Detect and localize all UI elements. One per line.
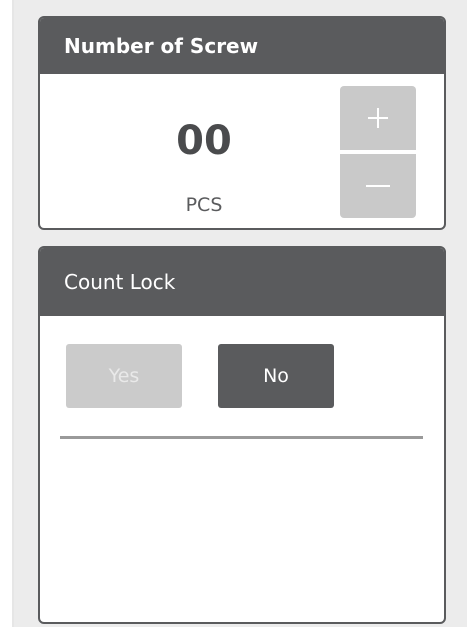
decrement-button[interactable] <box>340 154 416 218</box>
divider <box>60 436 423 439</box>
yes-button[interactable]: Yes <box>66 344 182 408</box>
yes-button-label: Yes <box>108 365 140 387</box>
no-button[interactable]: No <box>218 344 334 408</box>
screw-count-header: Number of Screw <box>40 18 444 74</box>
minus-icon <box>366 185 390 187</box>
increment-button[interactable] <box>340 86 416 150</box>
screw-count-value: 00 <box>176 118 232 164</box>
count-lock-card: Count Lock <box>38 246 446 624</box>
plus-icon <box>368 108 388 128</box>
count-lock-title: Count Lock <box>64 270 176 294</box>
count-lock-header: Count Lock <box>40 248 444 316</box>
screw-count-title: Number of Screw <box>64 34 259 58</box>
left-rail <box>0 0 14 627</box>
no-button-label: No <box>263 365 289 387</box>
screw-count-unit: PCS <box>185 194 223 216</box>
